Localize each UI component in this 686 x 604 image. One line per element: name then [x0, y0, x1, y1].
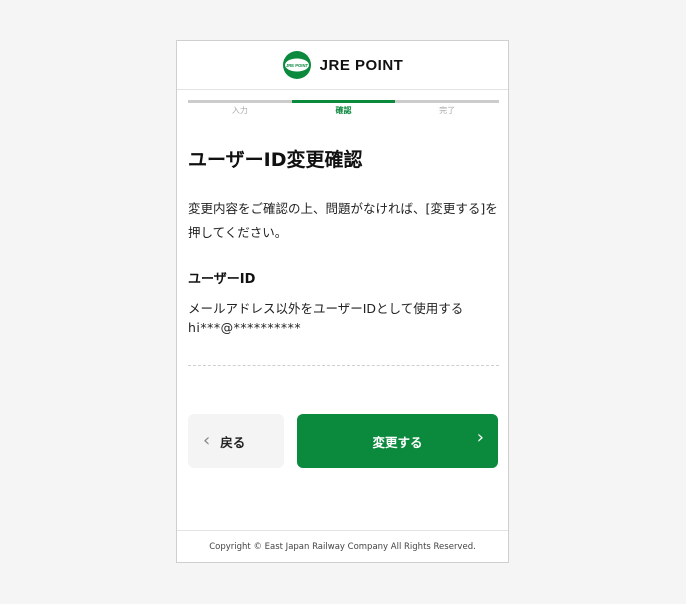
divider — [188, 365, 499, 366]
step-bar — [395, 100, 500, 103]
footer: Copyright © East Japan Railway Company A… — [177, 530, 508, 562]
back-button[interactable]: ‹ 戻る — [188, 414, 284, 468]
step-bar — [188, 100, 292, 103]
chevron-right-icon: › — [476, 427, 484, 448]
chevron-left-icon: ‹ — [203, 430, 211, 451]
back-button-label: 戻る — [220, 434, 246, 450]
jre-point-logo-icon: JRE POINT — [282, 51, 311, 79]
user-id-type-value: メールアドレス以外をユーザーIDとして使用する — [188, 301, 464, 316]
user-id-masked-value: hi***@********** — [188, 320, 302, 335]
svg-text:JRE POINT: JRE POINT — [286, 63, 309, 68]
step-label: 確認 — [335, 106, 352, 115]
step-complete: 完了 — [395, 100, 500, 116]
copyright-text: Copyright © East Japan Railway Company A… — [209, 541, 476, 552]
main-card: JRE POINT JRE POINT 入力 確認 完了 ユーザーID変更確認 … — [176, 40, 509, 563]
step-bar — [291, 100, 396, 103]
step-confirm: 確認 — [291, 100, 396, 116]
step-label: 入力 — [231, 106, 248, 115]
change-button[interactable]: 変更する › — [297, 414, 498, 468]
header: JRE POINT JRE POINT — [177, 41, 508, 90]
page-title: ユーザーID変更確認 — [188, 149, 363, 171]
description-text: 変更内容をご確認の上、問題がなければ、[変更する]を押してください。 — [188, 201, 498, 240]
change-button-label: 変更する — [372, 435, 423, 450]
progress-steps: 入力 確認 完了 — [188, 100, 500, 116]
step-label: 完了 — [439, 106, 456, 115]
logo-text: JRE POINT — [319, 56, 404, 74]
step-input: 入力 — [188, 100, 292, 116]
section-label-user-id: ユーザーID — [188, 272, 256, 287]
